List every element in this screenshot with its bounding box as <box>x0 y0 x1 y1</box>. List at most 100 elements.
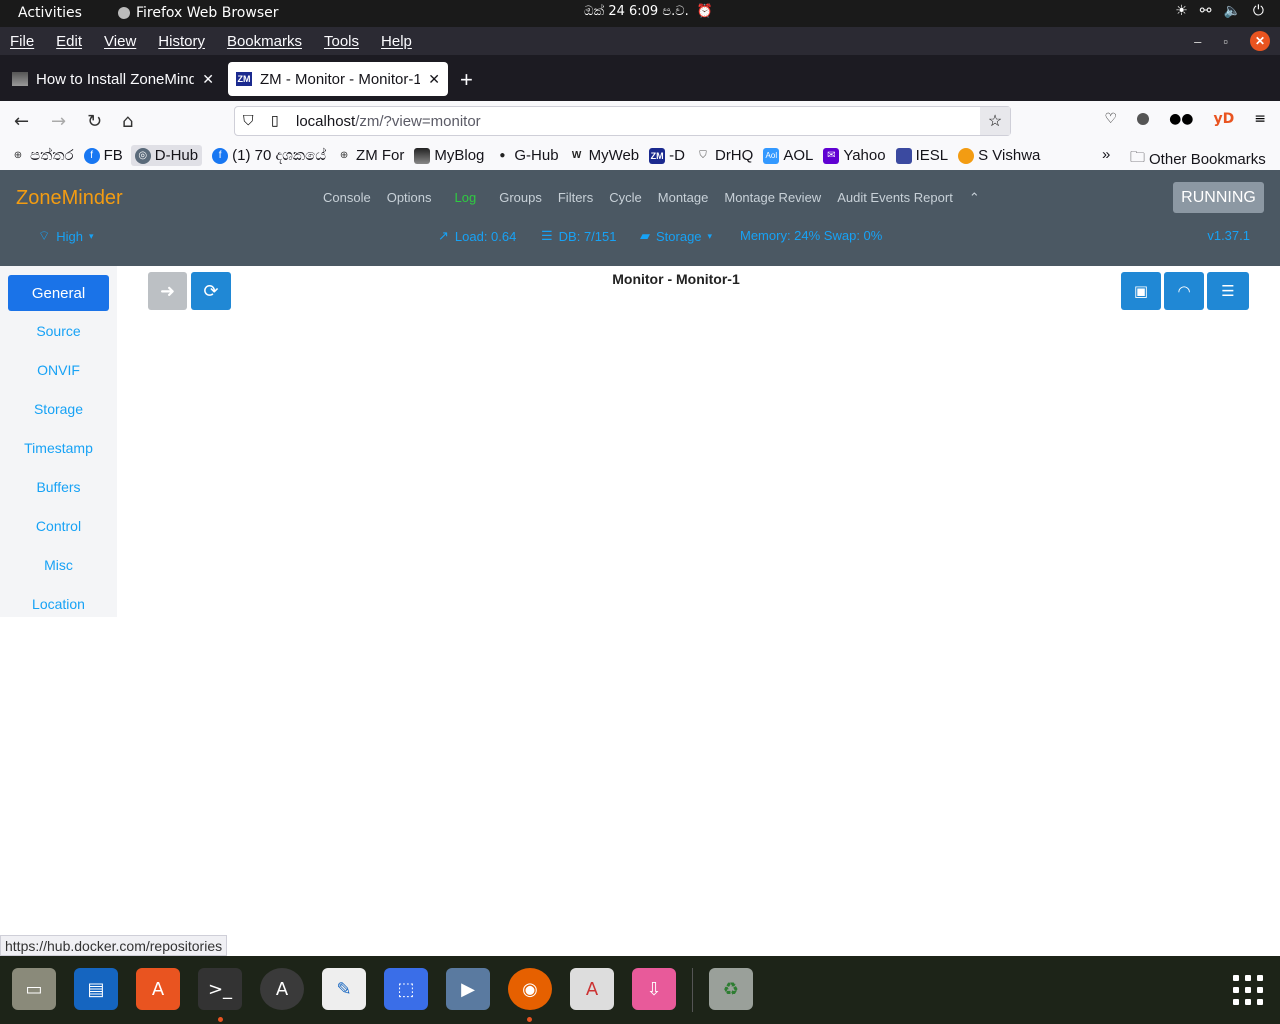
nav-options[interactable]: Options <box>387 190 432 206</box>
terminal-icon[interactable]: >_ <box>198 968 242 1010</box>
power-icon: ⏻ <box>1252 3 1264 19</box>
rss-button[interactable]: ▣ <box>1121 272 1161 310</box>
bookmark-item[interactable]: S Vishwa <box>958 147 1040 164</box>
sidebar-item-buffers[interactable]: Buffers <box>0 467 117 506</box>
nav-groups[interactable]: Groups <box>499 190 542 206</box>
nav-console[interactable]: Console <box>323 190 371 206</box>
blog-icon <box>414 147 431 164</box>
dictionary-icon[interactable]: A <box>570 968 614 1010</box>
maximize-icon[interactable]: ▫ <box>1223 34 1228 49</box>
menu-file[interactable]: File <box>10 33 34 50</box>
db-text: DB: 7/151 <box>558 228 617 244</box>
app-menu[interactable]: Firefox Web Browser <box>118 5 279 21</box>
writer-icon[interactable]: ▤ <box>74 968 118 1010</box>
bookmark-star-icon[interactable]: ☆ <box>980 107 1010 135</box>
nav-montage-review[interactable]: Montage Review <box>724 190 821 206</box>
yd-extension-icon[interactable]: yD <box>1214 111 1235 127</box>
update-icon[interactable]: A <box>260 968 304 1010</box>
bookmark-item[interactable]: f (1) 70 දශකයේ <box>212 147 326 164</box>
zm-brand[interactable]: ZoneMinder <box>16 187 123 210</box>
bookmark-item[interactable]: ◎ D-Hub <box>130 145 203 166</box>
shield-icon[interactable]: ⛉ <box>243 112 254 129</box>
nav-log[interactable]: Log <box>455 190 477 206</box>
bookmark-item[interactable]: ⊕ ZM For <box>336 147 405 164</box>
bookmark-item[interactable]: ZM -D <box>649 147 685 164</box>
sidebar-item-storage[interactable]: Storage <box>0 389 117 428</box>
refresh-button[interactable]: ⟳ <box>191 272 231 310</box>
menu-tools[interactable]: Tools <box>324 33 359 50</box>
menu-edit[interactable]: Edit <box>56 33 82 50</box>
sidebar-item-control[interactable]: Control <box>0 506 117 545</box>
extension-icon[interactable]: ●● <box>1169 111 1193 127</box>
show-apps-icon[interactable] <box>1233 975 1263 1005</box>
text-editor-icon[interactable]: ✎ <box>322 968 366 1010</box>
ubuntu-dock: ▭ ▤ A >_ A ✎ ⬚ ▶ ◉ A ⇩ ♻ <box>0 956 1280 1024</box>
forward-icon[interactable]: → <box>51 111 66 132</box>
bookmark-item[interactable]: MyBlog <box>414 147 484 164</box>
back-button[interactable]: ➜ <box>148 272 187 310</box>
tab-zm-monitor[interactable]: ZM ZM - Monitor - Monitor-1 ✕ <box>228 62 448 96</box>
menu-bookmarks[interactable]: Bookmarks <box>227 33 302 50</box>
version-label[interactable]: v1.37.1 <box>1207 228 1250 243</box>
storage-dropdown[interactable]: ▰ Storage ▾ <box>640 228 712 244</box>
bookmark-item[interactable]: IESL <box>895 147 948 164</box>
sidebar-item-timestamp[interactable]: Timestamp <box>0 428 117 467</box>
app-menu-icon[interactable]: ≡ <box>1254 111 1266 127</box>
url-bar[interactable]: ⛉ ▯ localhost/zm/?view=monitor ☆ <box>234 106 1011 136</box>
sidebar-item-source[interactable]: Source <box>0 311 117 350</box>
bookmark-item[interactable]: ⊕ පත්තර <box>10 147 74 164</box>
feed-button[interactable]: ◠ <box>1164 272 1204 310</box>
back-icon[interactable]: ← <box>14 111 29 132</box>
home-icon[interactable]: ⌂ <box>122 111 133 132</box>
bandwidth-dropdown[interactable]: ⌔ High ▾ <box>38 228 94 244</box>
bookmark-item[interactable]: ● G-Hub <box>494 147 558 164</box>
bookmark-item[interactable]: f FB <box>83 147 123 164</box>
bookmark-item[interactable]: Aol AOL <box>763 147 813 164</box>
sidebar-item-onvif[interactable]: ONVIF <box>0 350 117 389</box>
new-tab-icon[interactable]: + <box>460 67 473 93</box>
nav-cycle[interactable]: Cycle <box>609 190 642 206</box>
firefox-icon <box>118 7 130 19</box>
list-button[interactable]: ☰ <box>1207 272 1249 310</box>
bookmark-label: MyBlog <box>434 147 485 164</box>
reload-icon[interactable]: ↻ <box>87 111 102 132</box>
other-bookmarks-label: Other Bookmarks <box>1149 151 1266 168</box>
video-icon[interactable]: ▶ <box>446 968 490 1010</box>
collapse-chevron-icon[interactable]: ⌃ <box>969 190 980 206</box>
sidebar-item-general[interactable]: General <box>8 275 109 311</box>
system-tray[interactable]: ☀ ⚯ 🔈 ⏻ <box>1175 3 1264 19</box>
other-bookmarks[interactable]: 🗀 Other Bookmarks <box>1130 147 1266 172</box>
menu-help[interactable]: Help <box>381 33 412 50</box>
files-icon[interactable]: ▭ <box>12 968 56 1010</box>
account-avatar-icon[interactable] <box>1137 113 1150 125</box>
screenshot-icon[interactable]: ⬚ <box>384 968 428 1010</box>
bookmark-item[interactable]: ⛉ DrHQ <box>695 147 753 164</box>
tab-close-icon[interactable]: ✕ <box>428 71 440 88</box>
bookmark-item[interactable]: W MyWeb <box>569 147 639 164</box>
page-icon[interactable]: ▯ <box>271 112 279 129</box>
bookmark-item[interactable]: ✉ Yahoo <box>823 147 886 164</box>
more-bookmarks-icon[interactable]: » <box>1102 146 1110 163</box>
package-installer-icon[interactable]: ⇩ <box>632 968 676 1010</box>
menu-view[interactable]: View <box>104 33 136 50</box>
activities-button[interactable]: Activities <box>18 5 82 21</box>
sv-icon <box>958 147 975 164</box>
tab-install-zoneminder[interactable]: How to Install ZoneMinde ✕ <box>4 62 222 96</box>
clock[interactable]: ඔක් 24 6:09 ප.ව. ⏰ <box>584 4 713 19</box>
bookmark-label: G-Hub <box>514 147 559 164</box>
close-window-icon[interactable]: ✕ <box>1250 31 1270 51</box>
status-badge[interactable]: RUNNING <box>1173 182 1264 213</box>
sidebar-item-location[interactable]: Location <box>0 584 117 623</box>
nav-audit-events-report[interactable]: Audit Events Report <box>837 190 953 206</box>
menu-history[interactable]: History <box>158 33 205 50</box>
firefox-dock-icon[interactable]: ◉ <box>508 968 552 1010</box>
minimize-icon[interactable]: – <box>1194 34 1201 49</box>
trash-icon[interactable]: ♻ <box>709 968 753 1010</box>
nav-filters[interactable]: Filters <box>558 190 593 206</box>
nav-montage[interactable]: Montage <box>658 190 709 206</box>
pocket-icon[interactable]: ♡ <box>1105 111 1118 127</box>
tab-close-icon[interactable]: ✕ <box>202 71 214 88</box>
sidebar-item-misc[interactable]: Misc <box>0 545 117 584</box>
running-indicator <box>527 1017 532 1022</box>
software-icon[interactable]: A <box>136 968 180 1010</box>
